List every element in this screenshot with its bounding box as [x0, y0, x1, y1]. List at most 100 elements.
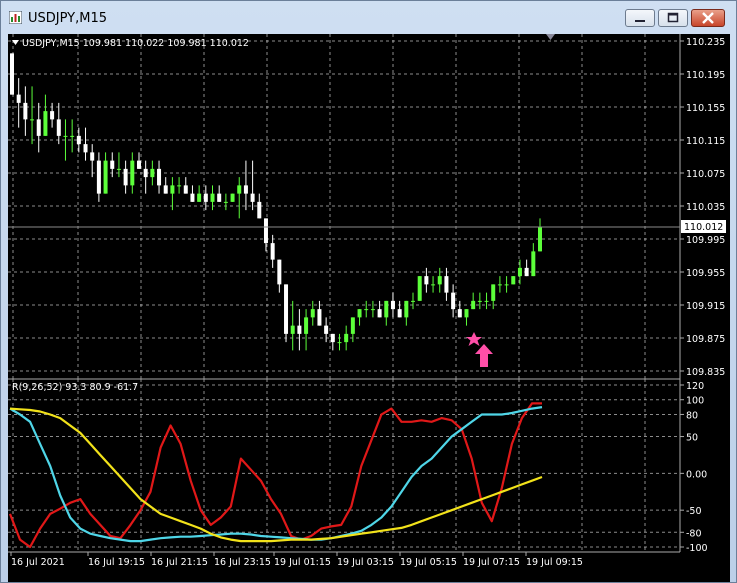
candle-body [197, 193, 202, 202]
candle-body [116, 168, 121, 170]
candle-body [451, 292, 456, 310]
candle-body [230, 193, 235, 202]
indicator-tick-label: 0.00 [686, 469, 707, 480]
candle-body [70, 135, 75, 137]
price-tick-label: 109.995 [686, 235, 725, 246]
candle-body [364, 309, 369, 311]
candle-body [444, 276, 449, 293]
candle-body [157, 168, 162, 186]
candle-body [384, 300, 389, 318]
candle-body [43, 111, 48, 136]
time-tick-label: 19 Jul 05:15 [400, 557, 457, 568]
candle-body [163, 185, 168, 194]
candle-body [417, 276, 422, 301]
time-tick-label: 16 Jul 21:15 [151, 557, 208, 568]
terminal-window: USDJPY,M15 110.235 110.195 110.155 110.115 1… [0, 0, 737, 583]
candle-body [243, 185, 248, 194]
chart-icon [9, 11, 22, 24]
candle-body [377, 309, 382, 318]
candle-body [357, 309, 362, 318]
candle-body [390, 300, 395, 310]
candle-body [538, 226, 542, 252]
window-title: USDJPY,M15 [28, 11, 107, 26]
candle-body [531, 251, 536, 277]
candle-body [437, 276, 442, 285]
candle-body [310, 309, 315, 318]
candle-body [23, 102, 28, 120]
signal-star-icon [466, 332, 482, 346]
time-tick-label: 16 Jul 23:15 [214, 557, 271, 568]
candle-body [324, 325, 329, 334]
candle-body [50, 111, 55, 120]
candle-body [484, 300, 489, 302]
indicator-series-line [8, 402, 542, 549]
candle-body [136, 160, 141, 169]
indicator-header: R(9,26,52) 93.3 80.9 -61.7 [12, 382, 138, 393]
candle-body [217, 193, 222, 202]
candle-body [150, 168, 155, 178]
candle-body [36, 119, 41, 136]
candle-body [16, 94, 21, 103]
candle-body [56, 119, 61, 136]
candle-body [270, 243, 275, 260]
signal-up-arrow-icon [475, 344, 493, 367]
candle-body [143, 168, 148, 178]
candle-body [83, 144, 88, 153]
chart-area[interactable]: 110.235 110.195 110.155 110.115 110.075 110.0… [8, 34, 730, 582]
chart-canvas[interactable]: 110.235 110.195 110.155 110.115 110.075 110.0… [8, 34, 730, 582]
maximize-button[interactable] [658, 9, 688, 27]
candle-body [203, 193, 208, 202]
time-tick-label: 19 Jul 03:15 [337, 557, 394, 568]
indicator-tick-label: 100 [686, 396, 704, 407]
minimize-button[interactable] [625, 9, 655, 27]
price-tick-label: 110.155 [686, 103, 725, 114]
indicator-tick-label: 120 [686, 381, 704, 392]
candle-body [431, 284, 436, 286]
candle-body [317, 309, 322, 326]
close-icon [702, 12, 714, 24]
candle-body [404, 300, 409, 318]
candle-body [210, 193, 215, 202]
candle-body [370, 309, 375, 311]
candle-body [290, 325, 295, 334]
candle-body [237, 185, 242, 194]
time-tick-label: 19 Jul 01:15 [274, 557, 331, 568]
time-tick-label: 16 Jul 2021 [11, 557, 65, 568]
title-bar[interactable]: USDJPY,M15 [1, 1, 736, 35]
candle-body [277, 259, 282, 285]
indicator-tick-label: 80 [686, 410, 698, 421]
symbol-header: USDJPY,M15 109.981 110.022 109.981 110.0… [22, 38, 249, 49]
current-price-label: 110.012 [684, 222, 723, 233]
candle-body [30, 119, 35, 121]
shift-marker-icon[interactable] [546, 34, 555, 40]
price-tick-label: 109.835 [686, 367, 725, 378]
candle-body [511, 276, 516, 285]
candle-body [330, 333, 335, 343]
candle-body [130, 160, 135, 186]
candle-body [411, 300, 416, 302]
candle-body [103, 160, 108, 194]
candle-body [464, 309, 469, 318]
price-tick-label: 109.875 [686, 334, 725, 345]
candle-body [183, 185, 188, 194]
indicator-lines [8, 402, 543, 549]
candle-body [96, 160, 101, 194]
price-tick-label: 109.915 [686, 301, 725, 312]
candle-body [297, 325, 302, 334]
indicator-tick-label: -80 [686, 528, 702, 539]
indicator-tick-label: -50 [686, 506, 702, 517]
candle-body [123, 168, 128, 186]
candle-body [284, 284, 289, 334]
candle-body [263, 218, 268, 244]
candles [10, 53, 542, 351]
candle-body [471, 300, 476, 310]
price-tick-label: 109.955 [686, 268, 725, 279]
candle-body [504, 284, 509, 286]
candle-body [10, 53, 14, 95]
minimize-icon [635, 20, 645, 22]
close-button[interactable] [691, 9, 725, 27]
candle-body [304, 317, 309, 334]
grid-lines [8, 34, 680, 552]
indicator-tick-label: 50 [686, 433, 698, 444]
candle-body [76, 135, 81, 145]
